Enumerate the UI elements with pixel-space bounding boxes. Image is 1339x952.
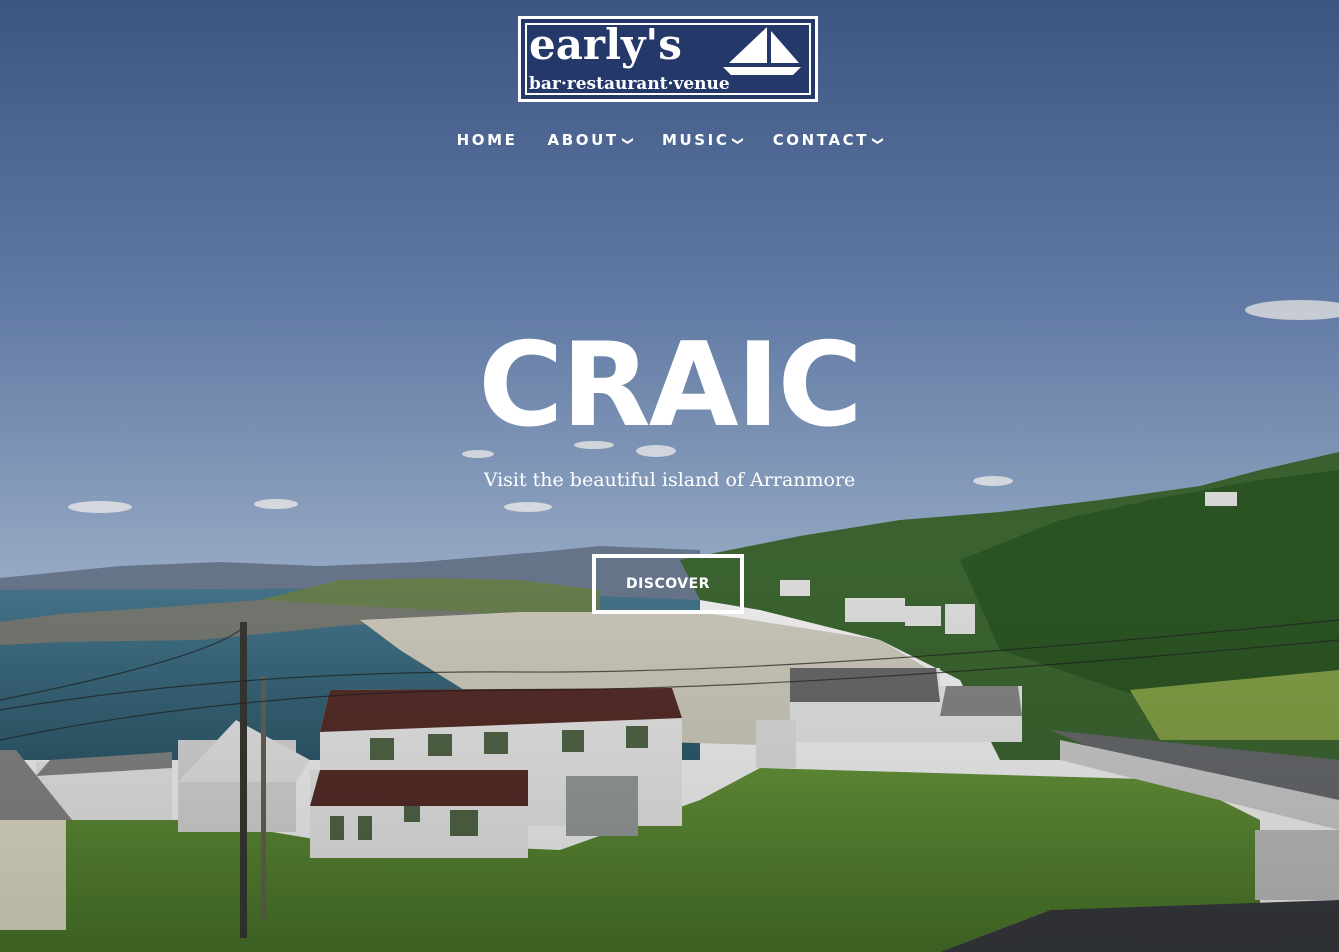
hero-section: early's bar·restaurant·venue HOME ABOUT ❯ M…	[0, 0, 1339, 952]
nav-item-home[interactable]: HOME	[457, 128, 518, 152]
chevron-down-icon: ❯	[621, 136, 635, 146]
logo-tagline: bar·restaurant·venue	[529, 74, 730, 94]
hero-subheading: Visit the beautiful island of Arranmore	[483, 469, 856, 491]
hero-headline: CRAIC	[478, 318, 863, 453]
nav-item-about[interactable]: ABOUT ❯	[547, 128, 635, 154]
chevron-down-icon: ❯	[871, 136, 885, 146]
nav-item-music[interactable]: MUSIC ❯	[661, 128, 745, 154]
nav-item-contact[interactable]: CONTACT ❯	[772, 128, 885, 154]
sailboat-icon	[723, 27, 801, 75]
nav-item-label: MUSIC	[661, 131, 730, 149]
discover-button[interactable]: DISCOVER	[592, 554, 744, 614]
nav-item-label: HOME	[456, 131, 518, 149]
logo-brand-text: early's	[529, 20, 682, 69]
site-logo[interactable]: early's bar·restaurant·venue	[518, 16, 818, 102]
nav-item-label: ABOUT	[547, 131, 619, 149]
chevron-down-icon: ❯	[732, 136, 746, 146]
nav-item-label: CONTACT	[772, 131, 870, 149]
main-navigation: HOME ABOUT ❯ MUSIC ❯ CONTACT ❯	[0, 128, 1339, 154]
